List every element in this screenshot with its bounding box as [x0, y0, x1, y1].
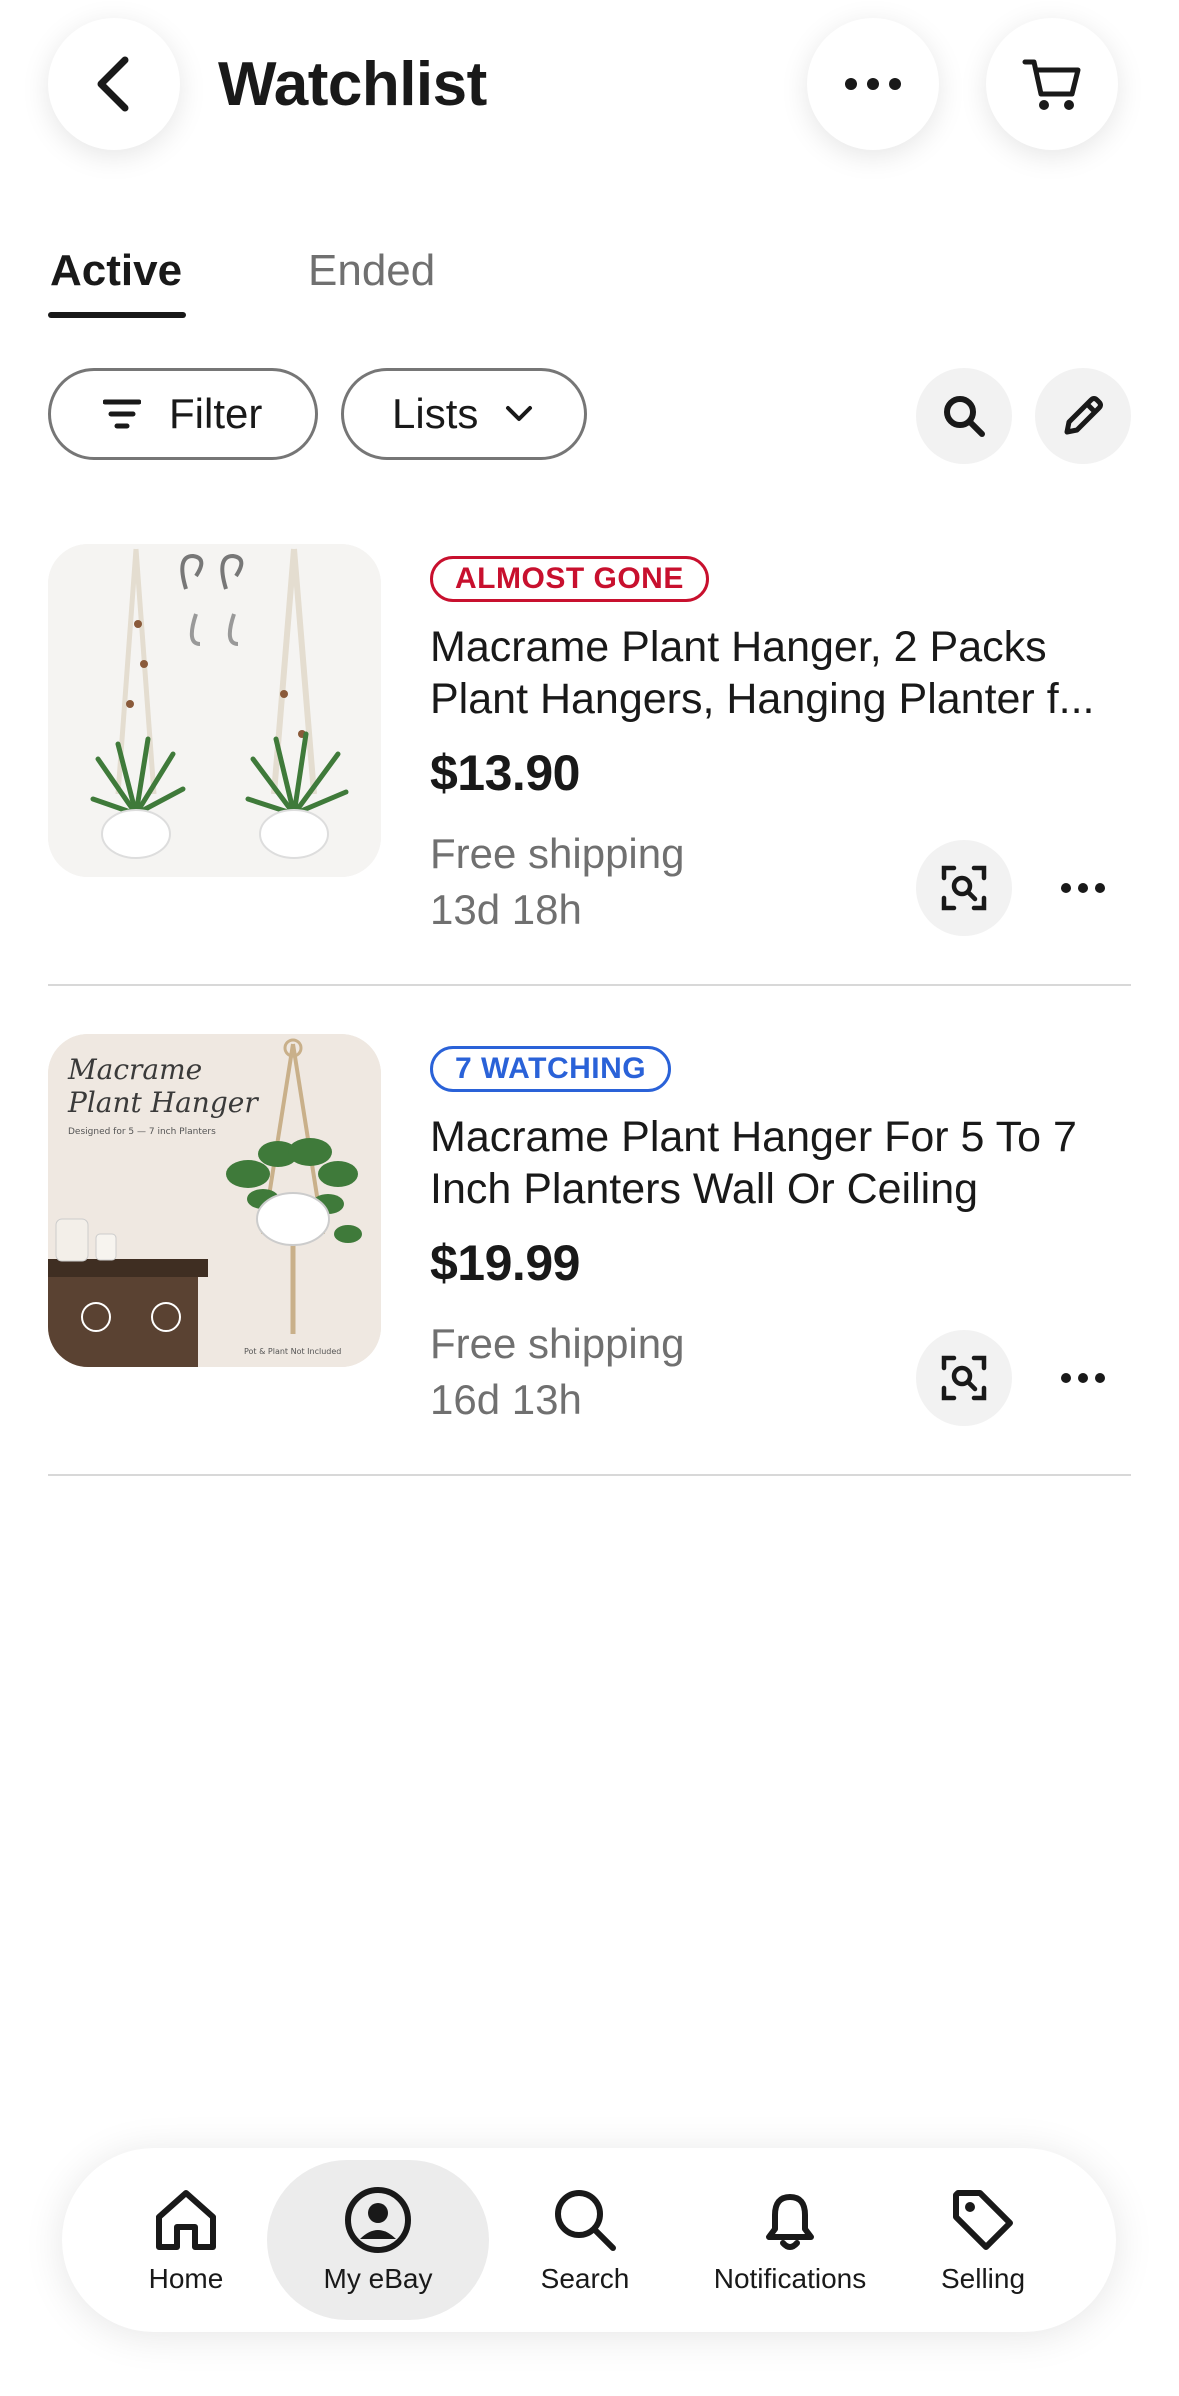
item-divider [48, 1474, 1131, 1476]
item-title-line: Plant Hangers, Hanging Planter f... [430, 675, 1095, 723]
search-icon [555, 2190, 616, 2251]
thumb-note: Pot & Plant Not Included [244, 1347, 341, 1356]
account-icon [345, 2187, 411, 2253]
image-search-icon [941, 865, 987, 911]
back-arrow-icon [97, 56, 129, 112]
nav-label: Search [540, 2263, 630, 2294]
active-tab-indicator [48, 312, 186, 318]
more-dots-icon [1061, 883, 1105, 893]
item-price: $13.90 [430, 745, 580, 801]
product-image: Macrame Plant Hanger Designed for 5 — 7 … [48, 1034, 381, 1367]
item-time-left: 16d 13h [430, 1376, 582, 1423]
item-title-line: Macrame Plant Hanger, 2 Packs [430, 623, 1047, 671]
item-title[interactable]: Macrame Plant Hanger For 5 To 7 Inch Pla… [430, 1111, 1120, 1215]
item-more-button[interactable] [1035, 1330, 1131, 1426]
filter-button[interactable]: Filter [48, 368, 318, 460]
lists-label: Lists [392, 390, 479, 437]
tag-icon [953, 2190, 1013, 2250]
back-button[interactable] [48, 18, 180, 150]
nav-item-notifications[interactable]: Notifications [690, 2148, 890, 2332]
chevron-down-icon [506, 406, 533, 421]
thumb-heading-line1: Macrame [67, 1053, 202, 1086]
tab-active[interactable]: Active [50, 236, 182, 306]
cart-icon [1022, 59, 1081, 110]
item-title-line: Macrame Plant Hanger For 5 To 7 [430, 1113, 1077, 1161]
product-image [48, 544, 381, 877]
more-dots-icon [845, 78, 901, 90]
more-dots-icon [1061, 1373, 1105, 1383]
item-shipping: Free shipping [430, 830, 685, 877]
image-search-icon [941, 1355, 987, 1401]
thumb-heading-line2: Plant Hanger [67, 1086, 259, 1119]
lists-button[interactable]: Lists [341, 368, 587, 460]
item-divider [48, 984, 1131, 986]
more-options-button[interactable] [807, 18, 939, 150]
nav-label: My eBay [323, 2263, 433, 2294]
item-more-button[interactable] [1035, 840, 1131, 936]
nav-item-home[interactable]: Home [122, 2148, 250, 2332]
tab-ended[interactable]: Ended [308, 236, 435, 306]
item-shipping: Free shipping [430, 1320, 685, 1367]
visual-search-button[interactable] [916, 840, 1012, 936]
cart-button[interactable] [986, 18, 1118, 150]
nav-label: Home [148, 2263, 224, 2294]
status-badge: ALMOST GONE [430, 556, 709, 602]
search-watchlist-button[interactable] [916, 368, 1012, 464]
nav-item-search[interactable]: Search [510, 2148, 660, 2332]
search-icon [944, 396, 985, 437]
page-title: Watchlist [218, 50, 487, 119]
filter-icon [103, 399, 141, 429]
bell-icon [766, 2194, 814, 2250]
watching-badge: 7 WATCHING [430, 1046, 672, 1092]
nav-label: Notifications [713, 2263, 867, 2294]
home-icon [156, 2190, 216, 2250]
item-price: $19.99 [430, 1235, 580, 1291]
filter-label: Filter [169, 390, 263, 437]
nav-item-selling[interactable]: Selling [918, 2148, 1048, 2332]
item-thumbnail[interactable]: Macrame Plant Hanger Designed for 5 — 7 … [48, 1034, 381, 1367]
item-time-left: 13d 18h [430, 886, 582, 933]
item-title-line: Inch Planters Wall Or Ceiling [430, 1165, 979, 1213]
nav-item-my-ebay[interactable]: My eBay [267, 2148, 489, 2332]
item-title[interactable]: Macrame Plant Hanger, 2 Packs Plant Hang… [430, 621, 1120, 725]
nav-label: Selling [940, 2263, 1026, 2294]
bottom-nav: Home My eBay Search Notifications Sellin… [62, 2148, 1116, 2332]
edit-button[interactable] [1035, 368, 1131, 464]
visual-search-button[interactable] [916, 1330, 1012, 1426]
thumb-subtitle: Designed for 5 — 7 inch Planters [68, 1127, 216, 1137]
pencil-icon [1064, 396, 1103, 435]
item-thumbnail[interactable] [48, 544, 381, 877]
